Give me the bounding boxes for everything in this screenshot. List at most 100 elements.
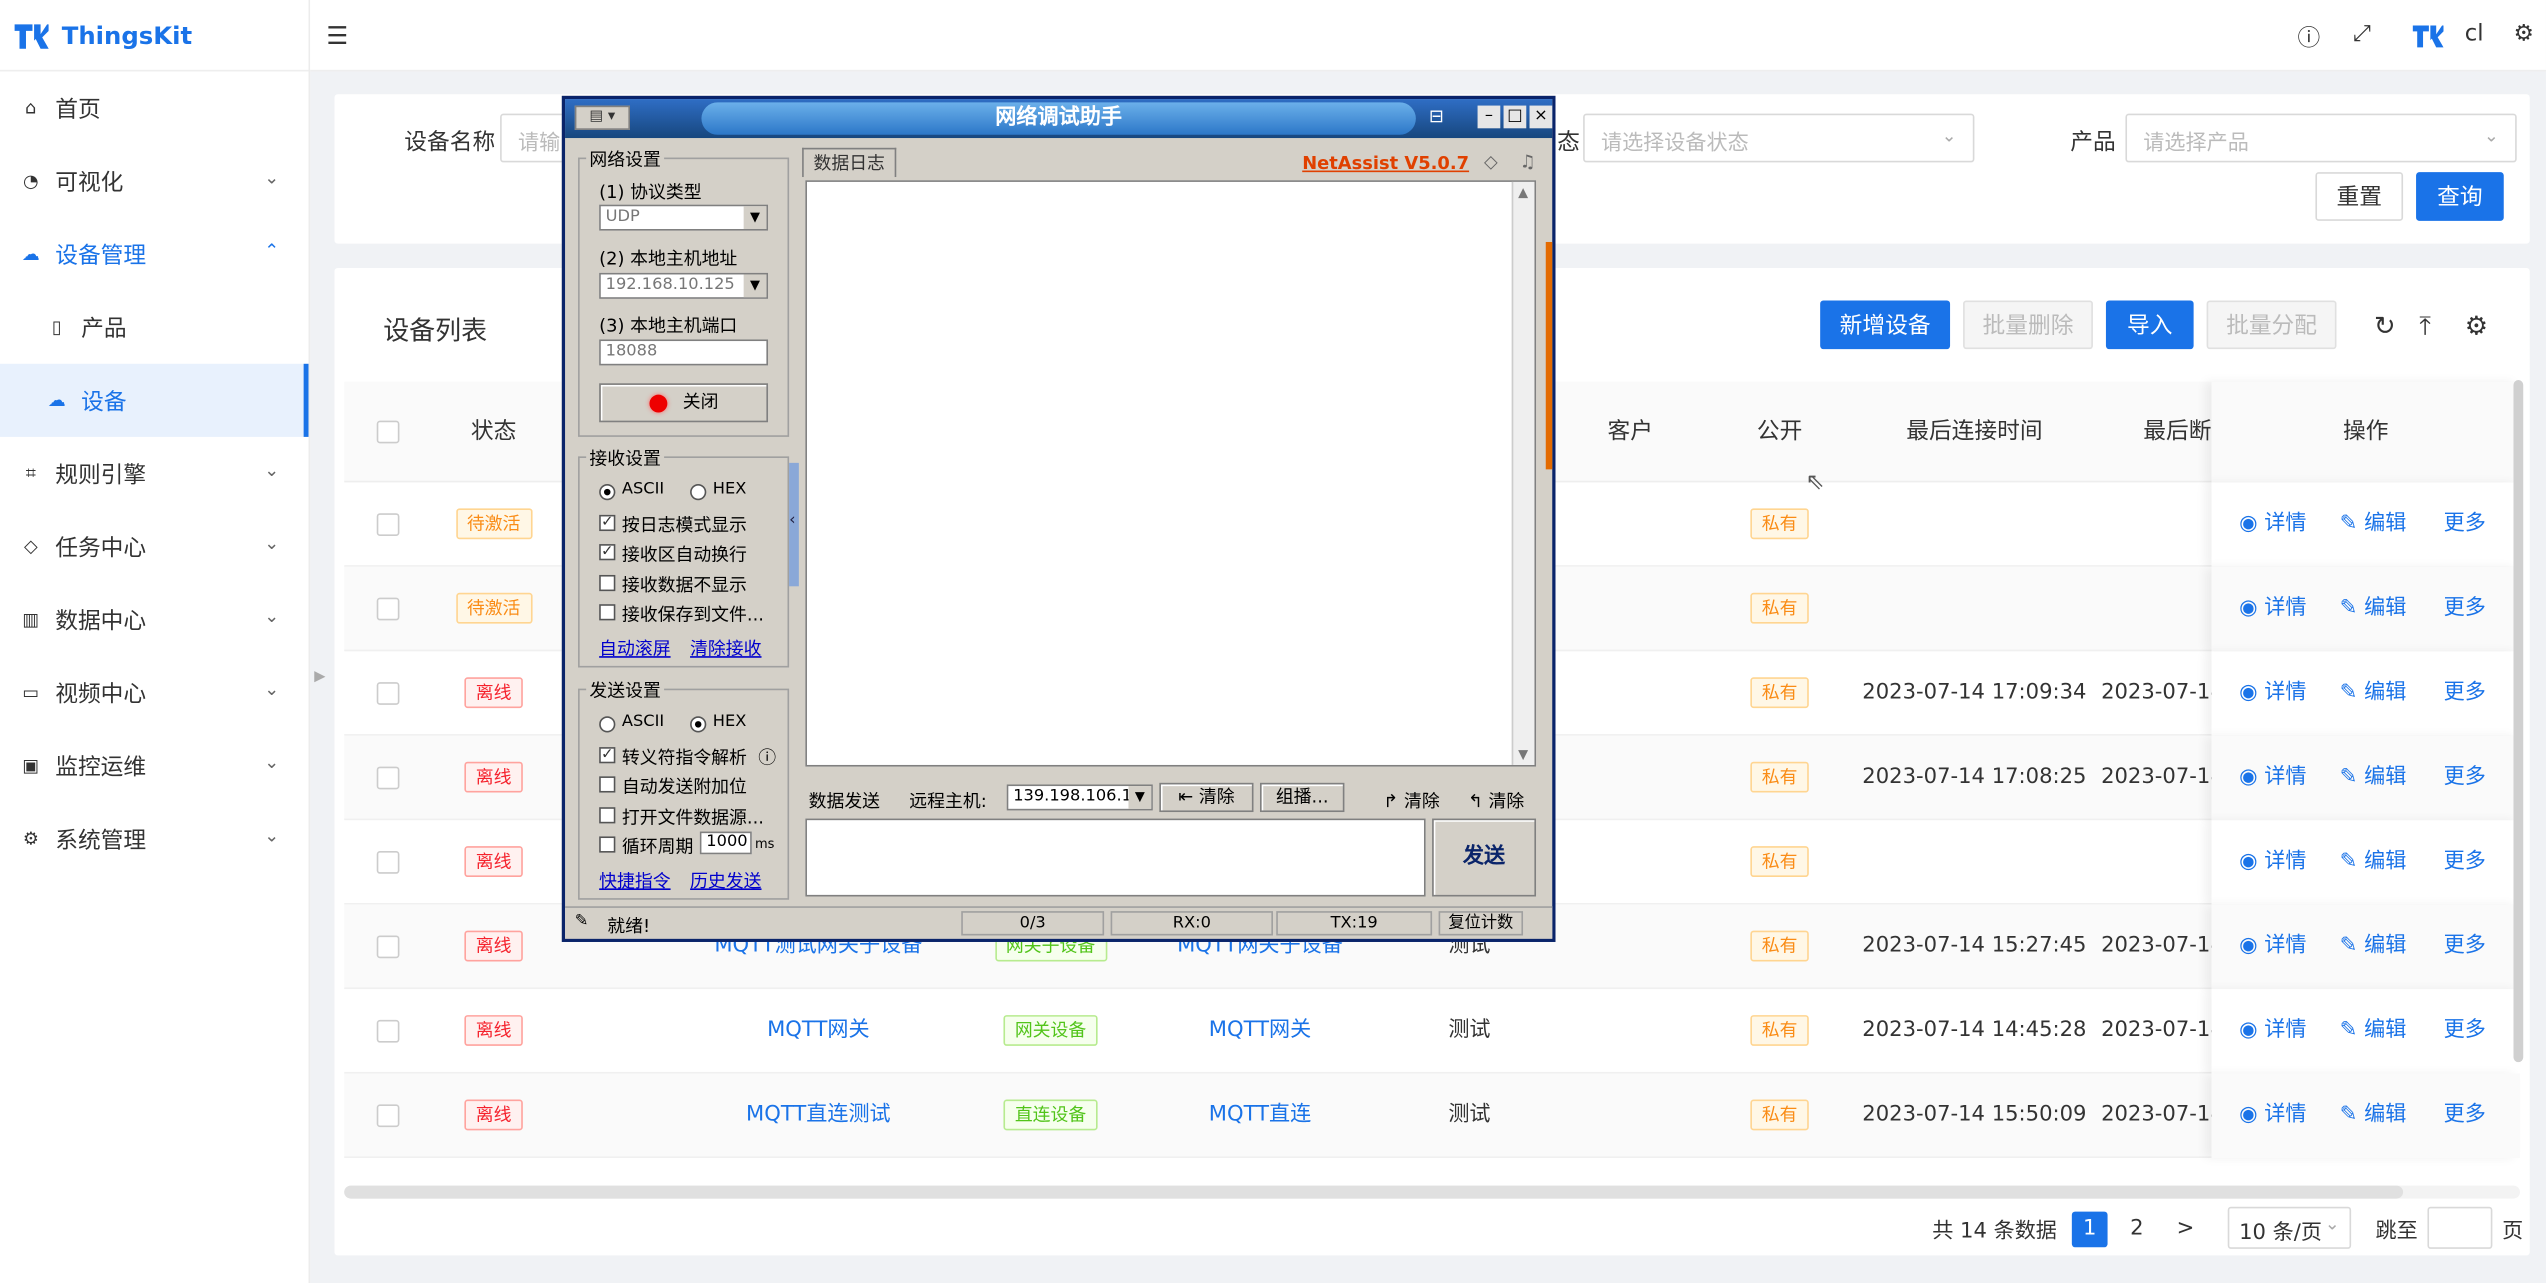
user-name[interactable]: cl: [2465, 21, 2484, 47]
sidebar-item-device[interactable]: ☁ 设备: [0, 363, 309, 437]
logo[interactable]: ThingsKit: [0, 0, 309, 72]
detail-link[interactable]: ◉ 详情: [2239, 820, 2306, 904]
row-checkbox[interactable]: [376, 1019, 400, 1043]
recv-hide-checkbox[interactable]: [599, 574, 616, 592]
send-input-area[interactable]: [805, 818, 1426, 897]
port-input[interactable]: 18088: [599, 339, 769, 366]
sidebar-item-home[interactable]: ⌂ 首页: [0, 71, 309, 144]
product-link[interactable]: MQTT网关: [1125, 989, 1395, 1073]
edit-link[interactable]: ✎ 编辑: [2340, 482, 2407, 566]
sidebar-item-task-center[interactable]: ◇ 任务中心 ⌄: [0, 510, 309, 583]
menu-fold-icon[interactable]: ☰: [326, 21, 348, 50]
escape-parse-checkbox[interactable]: ✓: [599, 747, 616, 764]
row-checkbox[interactable]: [376, 1104, 400, 1128]
scroll-down-icon[interactable]: ▼: [1518, 747, 1528, 762]
info-icon[interactable]: ⓘ: [758, 744, 776, 770]
row-checkbox[interactable]: [376, 513, 400, 536]
detail-link[interactable]: ◉ 详情: [2239, 989, 2306, 1073]
detail-link[interactable]: ◉ 详情: [2239, 905, 2306, 989]
send-ascii-radio[interactable]: [599, 716, 616, 733]
diamond-icon[interactable]: ◇: [1484, 151, 1498, 172]
protocol-select[interactable]: UDP ▼: [599, 204, 769, 231]
file-source-checkbox[interactable]: [599, 807, 616, 824]
close-window-button[interactable]: ×: [1529, 105, 1553, 129]
more-link[interactable]: 更多: [2444, 989, 2486, 1073]
sidebar-item-product[interactable]: ▯ 产品: [0, 291, 309, 364]
clear-remote-button[interactable]: ⇤ 清除: [1159, 782, 1254, 813]
recv-wrap-checkbox[interactable]: ✓: [599, 544, 616, 561]
maximize-button[interactable]: □: [1503, 105, 1527, 129]
sidebar-item-monitoring[interactable]: ▣ 监控运维 ⌄: [0, 729, 309, 802]
detail-link[interactable]: ◉ 详情: [2239, 736, 2306, 820]
more-link[interactable]: 更多: [2444, 1074, 2486, 1158]
more-link[interactable]: 更多: [2444, 651, 2486, 735]
loop-period-checkbox[interactable]: [599, 836, 616, 853]
add-device-button[interactable]: 新增设备: [1820, 300, 1951, 350]
version-link[interactable]: NetAssist V5.0.7: [1302, 153, 1469, 174]
edit-link[interactable]: ✎ 编辑: [2340, 905, 2407, 989]
query-button[interactable]: 查询: [2416, 172, 2504, 221]
settings-icon[interactable]: ⚙: [2465, 310, 2488, 341]
sidebar-item-rule-engine[interactable]: ⌗ 规则引擎 ⌄: [0, 437, 309, 510]
close-connection-button[interactable]: 关闭: [599, 383, 769, 423]
minimize-button[interactable]: –: [1477, 105, 1501, 129]
more-link[interactable]: 更多: [2444, 820, 2486, 904]
device-status-select[interactable]: 请选择设备状态 ⌄: [1583, 113, 1975, 163]
app-menu-icon[interactable]: ▤ ▾: [574, 105, 630, 130]
more-link[interactable]: 更多: [2444, 482, 2486, 566]
settings-icon[interactable]: ⚙: [2513, 21, 2533, 47]
detail-link[interactable]: ◉ 详情: [2239, 651, 2306, 735]
page-size-select[interactable]: 10 条/页 ⌄: [2227, 1206, 2352, 1249]
detail-link[interactable]: ◉ 详情: [2239, 1074, 2306, 1158]
next-page-button[interactable]: >: [2168, 1212, 2204, 1248]
receive-log-area[interactable]: ▲ ▼: [805, 180, 1537, 767]
table-row[interactable]: 离线 MQTT网关 网关设备 MQTT网关 测试 私有 2023-07-14 14:45:2…: [344, 989, 2520, 1074]
history-link[interactable]: 历史发送: [690, 867, 761, 893]
device-name-link[interactable]: MQTT网关: [661, 989, 976, 1073]
edit-link[interactable]: ✎ 编辑: [2340, 1074, 2407, 1158]
clear-all-button[interactable]: ↰ 清除: [1468, 788, 1524, 814]
batch-assign-button[interactable]: 批量分配: [2206, 300, 2337, 350]
sidebar-item-video-center[interactable]: ▭ 视频中心 ⌄: [0, 656, 309, 729]
table-row[interactable]: 离线 MQTT直连测试 直连设备 MQTT直连 测试 私有 2023-07-14 15:50…: [344, 1073, 2520, 1158]
edit-link[interactable]: ✎ 编辑: [2340, 651, 2407, 735]
sidebar-item-data-center[interactable]: ▥ 数据中心 ⌄: [0, 583, 309, 656]
vertical-scrollbar[interactable]: [2513, 380, 2524, 1063]
product-link[interactable]: MQTT直连: [1125, 1074, 1395, 1158]
more-link[interactable]: 更多: [2444, 905, 2486, 989]
send-button[interactable]: 发送: [1432, 818, 1537, 897]
tab-data-log[interactable]: 数据日志: [802, 147, 897, 178]
multicast-button[interactable]: 组播...: [1259, 782, 1345, 813]
product-select[interactable]: 请选择产品 ⌄: [2125, 113, 2517, 163]
row-checkbox[interactable]: [376, 766, 400, 790]
shortcut-link[interactable]: 快捷指令: [599, 867, 670, 893]
jump-input[interactable]: [2427, 1206, 2493, 1249]
avatar[interactable]: [2411, 21, 2444, 57]
edit-link[interactable]: ✎ 编辑: [2340, 820, 2407, 904]
sidebar-item-device-management[interactable]: ☁ 设备管理 ⌃: [0, 218, 309, 291]
recv-save-checkbox[interactable]: [599, 604, 616, 621]
detail-link[interactable]: ◉ 详情: [2239, 567, 2306, 651]
auto-append-checkbox[interactable]: [599, 776, 616, 793]
bell-icon[interactable]: ♫: [1520, 151, 1536, 172]
remote-host-select[interactable]: 139.198.106.1 ▼: [1006, 784, 1153, 811]
horizontal-scrollbar[interactable]: [344, 1185, 2404, 1199]
select-all-checkbox[interactable]: [376, 420, 400, 444]
recv-log-mode-checkbox[interactable]: ✓: [599, 514, 616, 532]
host-select[interactable]: 192.168.10.125 ▼: [599, 272, 769, 299]
auto-scroll-link[interactable]: 自动滚屏: [599, 635, 670, 661]
refresh-icon[interactable]: ↻: [2374, 310, 2396, 341]
row-checkbox[interactable]: [376, 682, 400, 705]
send-hex-radio[interactable]: [690, 716, 707, 733]
netassist-titlebar[interactable]: ▤ ▾ 网络调试助手 ⊟ – □ ×: [565, 99, 1553, 139]
page-2-button[interactable]: 2: [2119, 1212, 2155, 1248]
scroll-up-icon[interactable]: ▲: [1518, 185, 1528, 200]
fullscreen-icon[interactable]: ⤢: [2353, 21, 2371, 47]
row-checkbox[interactable]: [376, 935, 400, 959]
reset-count-button[interactable]: 复位计数: [1438, 911, 1524, 936]
reset-button[interactable]: 重置: [2315, 172, 2404, 221]
help-icon[interactable]: ⓘ: [2298, 21, 2321, 53]
device-name-link[interactable]: MQTT直连测试: [661, 1074, 976, 1158]
edit-link[interactable]: ✎ 编辑: [2340, 567, 2407, 651]
more-link[interactable]: 更多: [2444, 567, 2486, 651]
